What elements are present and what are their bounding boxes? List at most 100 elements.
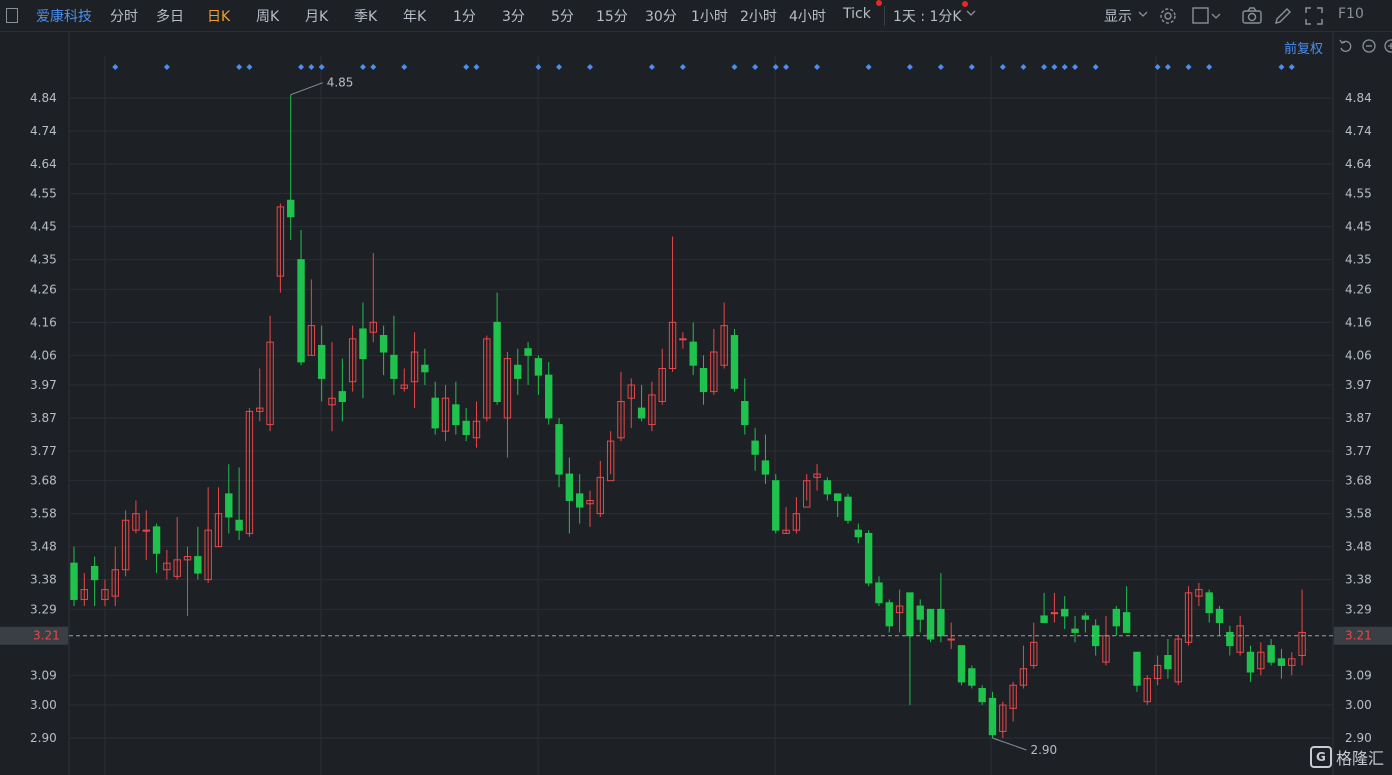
event-marker-icon — [937, 64, 944, 70]
y-tick-label-right: 4.64 — [1345, 157, 1372, 171]
pencil-icon[interactable] — [1273, 6, 1293, 26]
candle-body — [1081, 615, 1090, 620]
y-tick-label-left: 3.38 — [30, 573, 57, 587]
low-annotation-line — [992, 737, 1027, 751]
candlestick-chart[interactable]: 4.84 4.84 4.74 4.74 4.64 4.64 4.55 4.55 4.45 4.45… — [0, 31, 1392, 775]
candle-body — [1184, 592, 1193, 643]
event-marker-icon — [1288, 64, 1295, 70]
period-tab-multiday[interactable]: 多日 — [156, 6, 184, 26]
candle-body — [173, 559, 181, 577]
candle-body — [1061, 608, 1069, 617]
gear-icon[interactable] — [1158, 6, 1178, 26]
candle-body — [297, 259, 305, 363]
period-tab-1min[interactable]: 1分 — [453, 6, 476, 26]
candle-body — [390, 354, 398, 379]
candle-body — [947, 638, 955, 641]
y-tick-label-left: 2.90 — [30, 731, 57, 745]
event-marker-icon — [1041, 64, 1048, 70]
period-tab-weekly[interactable]: 周K — [256, 6, 279, 26]
event-marker-icon — [679, 64, 686, 70]
chevron-down-icon[interactable] — [966, 8, 976, 18]
candle-body — [978, 688, 986, 703]
y-tick-label-right: 3.09 — [1345, 668, 1372, 682]
candle-body — [70, 562, 78, 600]
high-annotation-line — [290, 82, 323, 96]
fullscreen-icon[interactable] — [1304, 6, 1324, 26]
y-tick-label-right: 3.77 — [1345, 444, 1372, 458]
candle-body — [844, 496, 852, 521]
candle-body — [968, 668, 976, 686]
candle-body — [658, 368, 666, 403]
y-tick-label-left: 3.97 — [30, 378, 57, 392]
y-tick-label-left: 4.06 — [30, 348, 57, 362]
interval-select[interactable]: 1天 : 1分K — [893, 6, 962, 26]
candle-body — [276, 206, 285, 277]
candle-body — [586, 499, 594, 505]
candle-body — [617, 401, 625, 439]
y-tick-label-left: 4.16 — [30, 315, 57, 329]
event-marker-icon — [359, 64, 366, 70]
period-tab-quarterly[interactable]: 季K — [354, 6, 377, 26]
y-tick-label-right: 4.35 — [1345, 253, 1372, 267]
candle-body — [833, 493, 842, 501]
camera-icon[interactable] — [1241, 6, 1263, 26]
candle-body — [720, 325, 728, 366]
low-annotation-label: 2.90 — [1030, 743, 1057, 757]
y-tick-label-left: 4.45 — [30, 220, 57, 234]
f10-button[interactable]: F10 — [1338, 6, 1364, 22]
candle-body — [1050, 612, 1059, 615]
candle-body — [1205, 592, 1213, 614]
y-tick-label-right: 3.58 — [1345, 507, 1372, 521]
candle-body — [854, 529, 863, 538]
period-tab-30min[interactable]: 30分 — [645, 6, 677, 26]
candle-body — [875, 582, 883, 604]
candle-body — [111, 569, 119, 597]
event-marker-icon — [1061, 64, 1068, 70]
candle-body — [1112, 608, 1121, 627]
candle-body — [741, 401, 749, 426]
candle-body — [410, 351, 419, 383]
y-tick-label-right: 4.16 — [1345, 315, 1372, 329]
candle-body — [1040, 615, 1048, 624]
y-tick-label-left: 3.87 — [30, 411, 57, 425]
candle-body — [163, 562, 171, 571]
candle-body — [1164, 655, 1172, 670]
y-tick-label-right: 3.97 — [1345, 378, 1372, 392]
candle-body — [431, 397, 439, 429]
candle-body — [441, 397, 450, 432]
event-marker-icon — [968, 64, 975, 70]
event-marker-icon — [298, 64, 305, 70]
logo-mark-icon: G — [1309, 746, 1332, 768]
sidebar-toggle-icon[interactable] — [6, 8, 18, 23]
candle-body — [214, 513, 223, 548]
stock-name[interactable]: 爱康科技 — [36, 6, 92, 26]
period-tab-15min[interactable]: 15分 — [596, 6, 628, 26]
event-marker-icon — [731, 64, 738, 70]
candle-body — [1267, 645, 1275, 663]
chevron-down-icon[interactable] — [1138, 9, 1148, 19]
period-tab-4hour[interactable]: 4小时 — [789, 6, 826, 26]
candle-body — [1009, 684, 1017, 709]
period-tab-tick[interactable]: Tick — [843, 6, 871, 22]
period-tab-daily[interactable]: 日K — [207, 6, 230, 26]
event-marker-icon — [772, 64, 779, 70]
candle-body — [90, 565, 99, 581]
y-tick-label-right: 4.55 — [1345, 187, 1372, 201]
period-tab-5min[interactable]: 5分 — [551, 6, 574, 26]
candle-body — [183, 556, 192, 561]
event-marker-icon — [246, 64, 253, 70]
candle-body — [792, 513, 801, 531]
period-tab-2hour[interactable]: 2小时 — [740, 6, 777, 26]
display-menu[interactable]: 显示 — [1104, 6, 1132, 26]
period-tab-monthly[interactable]: 月K — [305, 6, 328, 26]
candle-body — [348, 338, 357, 383]
period-tab-intraday[interactable]: 分时 — [110, 6, 138, 26]
period-tab-yearly[interactable]: 年K — [403, 6, 426, 26]
y-tick-label-left: 4.84 — [30, 91, 57, 105]
square-select-icon[interactable] — [1192, 7, 1222, 25]
event-marker-icon — [1278, 64, 1285, 70]
period-tab-1hour[interactable]: 1小时 — [691, 6, 728, 26]
notification-dot-icon — [962, 1, 968, 7]
y-tick-label-left: 4.74 — [30, 124, 57, 138]
period-tab-3min[interactable]: 3分 — [502, 6, 525, 26]
